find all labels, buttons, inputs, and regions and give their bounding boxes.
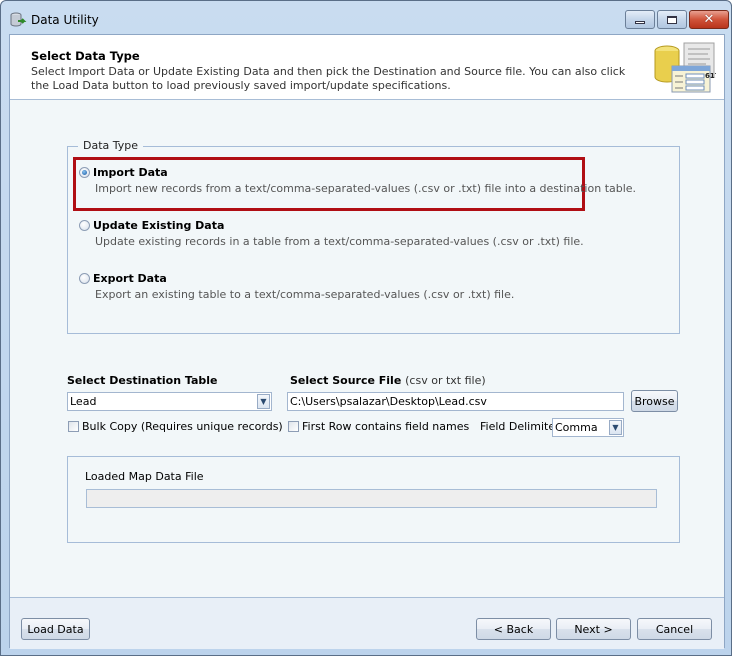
data-type-legend: Data Type	[78, 139, 144, 152]
close-button[interactable]: ✕	[689, 10, 729, 29]
source-file-input[interactable]: C:\Users\psalazar\Desktop\Lead.csv	[287, 392, 624, 411]
import-data-description: Import new records from a text/comma-sep…	[95, 182, 637, 195]
header-graphic-badge: 617	[705, 72, 716, 80]
bulk-copy-label[interactable]: Bulk Copy (Requires unique records)	[82, 420, 283, 433]
update-data-radio[interactable]	[79, 220, 90, 231]
destination-table-label: Select Destination Table	[67, 374, 218, 387]
source-file-label-text: Select Source File	[290, 374, 402, 387]
wizard-footer: Load Data < Back Next > Cancel	[10, 597, 724, 649]
import-data-radio[interactable]	[79, 167, 90, 178]
minimize-button[interactable]	[625, 10, 655, 29]
wizard-header: Select Data Type Select Import Data or U…	[10, 35, 724, 100]
destination-table-value: Lead	[70, 395, 97, 408]
loaded-map-input	[86, 489, 657, 508]
field-delimiter-label: Field Delimiter	[480, 420, 560, 433]
chevron-down-icon[interactable]: ▼	[257, 394, 270, 409]
page-title: Select Data Type	[31, 49, 140, 63]
title-bar: Data Utility ✕	[1, 1, 731, 35]
update-data-label[interactable]: Update Existing Data	[93, 219, 224, 232]
first-row-checkbox[interactable]	[288, 421, 299, 432]
load-data-button[interactable]: Load Data	[21, 618, 90, 640]
data-utility-window: Data Utility ✕ Select Data Type Select I…	[0, 0, 732, 656]
maximize-icon	[667, 15, 677, 24]
maximize-button[interactable]	[657, 10, 687, 29]
next-button[interactable]: Next >	[556, 618, 631, 640]
back-button[interactable]: < Back	[476, 618, 551, 640]
update-data-description: Update existing records in a table from …	[95, 235, 584, 248]
destination-table-select[interactable]: Lead ▼	[67, 392, 272, 411]
dialog-client: Select Data Type Select Import Data or U…	[9, 34, 725, 649]
page-description: Select Import Data or Update Existing Da…	[31, 65, 626, 92]
close-icon: ✕	[703, 12, 715, 27]
cancel-button[interactable]: Cancel	[637, 618, 712, 640]
minimize-icon	[635, 21, 645, 24]
database-form-icon: 617	[654, 42, 716, 93]
source-file-label: Select Source File (csv or txt file)	[290, 374, 486, 387]
export-data-description: Export an existing table to a text/comma…	[95, 288, 515, 301]
import-data-label[interactable]: Import Data	[93, 166, 168, 179]
bulk-copy-checkbox[interactable]	[68, 421, 79, 432]
export-data-radio[interactable]	[79, 273, 90, 284]
field-delimiter-value: Comma	[555, 421, 598, 434]
field-delimiter-select[interactable]: Comma ▼	[552, 418, 624, 437]
database-transfer-icon	[10, 12, 27, 27]
loaded-map-label: Loaded Map Data File	[85, 470, 204, 483]
browse-button[interactable]: Browse	[631, 390, 678, 412]
source-file-hint: (csv or txt file)	[405, 374, 486, 387]
window-title: Data Utility	[31, 13, 99, 27]
first-row-label[interactable]: First Row contains field names	[302, 420, 469, 433]
chevron-down-icon[interactable]: ▼	[609, 420, 622, 435]
export-data-label[interactable]: Export Data	[93, 272, 167, 285]
